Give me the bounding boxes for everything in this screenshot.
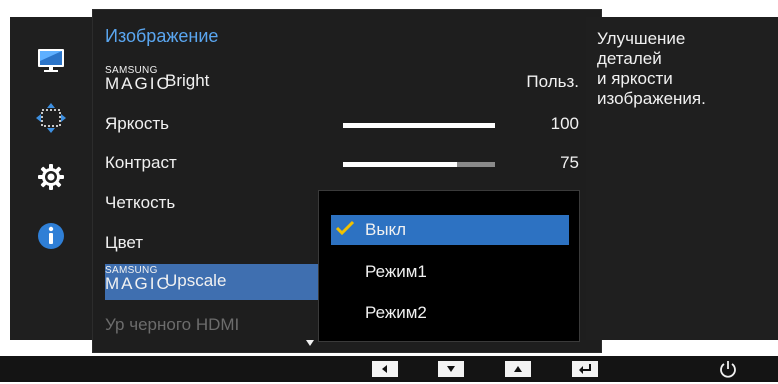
up-arrow-icon	[514, 366, 522, 372]
up-arrow-button[interactable]	[505, 361, 531, 377]
help-panel: Улучшение деталей и яркости изображения.	[586, 17, 778, 340]
scroll-down-arrow-icon[interactable]	[306, 340, 314, 346]
menu-item-brightness[interactable]: Яркость 100	[93, 106, 603, 142]
menu-item-magic-bright[interactable]: SAMSUNG MAGIC Bright Польз.	[93, 64, 603, 100]
info-icon[interactable]	[35, 220, 67, 252]
dropdown-option-mode1[interactable]: Режим1	[331, 257, 569, 287]
enter-icon	[579, 364, 591, 374]
settings-gear-icon[interactable]	[35, 161, 67, 193]
menu-item-contrast[interactable]: Контраст 75	[93, 145, 603, 181]
dropdown-option-off[interactable]: Выкл	[331, 215, 569, 245]
dropdown-option-mode2[interactable]: Режим2	[331, 298, 569, 328]
category-sidebar	[10, 17, 92, 340]
left-arrow-icon	[382, 365, 387, 373]
down-arrow-button[interactable]	[438, 361, 464, 377]
power-button[interactable]	[718, 359, 738, 379]
upscale-dropdown: Выкл Режим1 Режим2	[318, 190, 580, 342]
contrast-value: 75	[560, 153, 579, 172]
menu-title: Изображение	[105, 26, 219, 46]
help-text: Улучшение деталей и яркости изображения.	[597, 29, 706, 108]
brightness-slider-fill	[343, 123, 495, 128]
left-arrow-button[interactable]	[372, 361, 398, 377]
menu-item-magic-upscale[interactable]: SAMSUNG MAGIC Upscale	[105, 264, 330, 300]
checkmark-icon	[335, 219, 355, 237]
magic-bright-value: Польз.	[526, 72, 579, 91]
power-icon	[720, 361, 736, 378]
contrast-slider[interactable]	[343, 162, 495, 167]
control-bar	[0, 356, 778, 382]
down-arrow-icon	[447, 366, 455, 372]
osd-screen: Изображение SAMSUNG MAGIC Bright Польз. …	[0, 0, 778, 382]
position-icon[interactable]	[35, 102, 67, 134]
contrast-slider-fill	[343, 162, 457, 167]
brightness-slider[interactable]	[343, 123, 495, 128]
enter-button[interactable]	[572, 361, 598, 377]
picture-icon[interactable]	[35, 45, 67, 77]
brightness-value: 100	[550, 114, 579, 133]
